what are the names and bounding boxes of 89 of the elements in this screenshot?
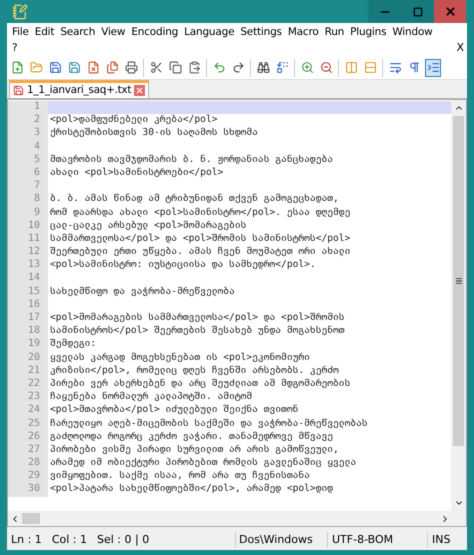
line-number: 21 (8, 364, 48, 378)
eol-format: Dos\Windows (235, 532, 327, 548)
code-line: ახალი <pol>სამინისტროები</pol> (50, 166, 224, 178)
line-number: 22 (8, 378, 48, 392)
line-number: 3 (8, 127, 48, 141)
close-button[interactable] (434, 0, 466, 23)
line-number: 12 (8, 246, 48, 260)
app-icon (12, 4, 28, 20)
code-line: სამინისტროს</pol> შეერთების შესახებ უნდა მოგახსენოთ (50, 325, 345, 336)
line-number: 18 (8, 325, 48, 338)
code-line: რომ დაარსდა ახალი <pol>სამინისტრო</pol>. ესაა დღემდე (50, 206, 350, 218)
indent-guide-icon[interactable] (425, 58, 441, 76)
menu-item[interactable]: Search (57, 24, 98, 40)
line-number: 14 (8, 272, 48, 286)
line-number: 26 (8, 430, 48, 444)
menu-item[interactable]: ? (9, 40, 20, 56)
menu-item[interactable]: Plugins (347, 24, 390, 40)
code-line: ქრისტეშობისთვის 30-ის საღამოს სხდომა (50, 127, 258, 138)
code-line: შემდეგი: (50, 338, 96, 350)
line-number: 5 (8, 154, 48, 167)
line-number: 23 (8, 391, 48, 404)
line-number: 24 (8, 404, 48, 418)
code-line: ჩარეულიყო აღებ-მიცემობის საქმეში და ვაჭრობა-მრეწველობას (50, 418, 368, 428)
code-line: პირები ვერ ახერხებენ და არც შეუძლიათ ამ მდგომარეობის (50, 378, 350, 389)
tab-close-button[interactable] (134, 85, 146, 96)
line-number: 29 (8, 470, 48, 484)
code-line: <pol>მომარაგების სამმართველოსა</pol> და <pol>შრომის (50, 312, 345, 323)
maximize-icon (412, 6, 422, 16)
maximize-button[interactable] (401, 0, 434, 23)
line-number: 16 (8, 298, 48, 312)
menu-item[interactable]: Run (322, 24, 348, 40)
code-line: გაძღოლოდა როგორც კერძო ვაჭარი. თანამედროვე მწვავე (50, 430, 334, 442)
line-number: 8 (8, 193, 48, 206)
line-number: 10 (8, 220, 48, 233)
menu-item[interactable]: Settings (237, 24, 285, 40)
code-line: ვიმყოფებით. საქმე ისაა, რომ არა თუ ჩვენისთანა (50, 470, 310, 482)
code-line: <pol>დამფუძნებელი კრება</pol> (50, 114, 218, 126)
code-line: სახელმწიფო და ვაჭრობა-მრეწველობა (50, 286, 235, 297)
line-number: 1 (8, 101, 48, 114)
line-number: 19 (8, 338, 48, 352)
line-number: 4 (8, 140, 48, 154)
code-line: სამმართველოსა</pol> და <pol>შრომის სამინისტროს</pol> (50, 232, 350, 244)
line-number: 7 (8, 180, 48, 194)
code-line: <pol>პატარა სახელმწიფოებში</pol>, არამედ <pol>დიდ (50, 483, 334, 494)
copy-icon[interactable] (167, 58, 183, 76)
code-line: პირობები ვისმე პირადი სურვილით არ არის გამოწვეული, (50, 444, 339, 455)
menu-close-button[interactable]: X (456, 40, 464, 56)
line-number: 15 (8, 286, 48, 299)
line-number: 30 (8, 483, 48, 497)
close-icon (444, 5, 456, 18)
menu-item[interactable]: Encoding (128, 24, 182, 40)
menu-item[interactable]: File (9, 24, 32, 40)
menu-item[interactable]: Window (389, 24, 436, 40)
line-number: 25 (8, 418, 48, 431)
line-number: 17 (8, 312, 48, 326)
horizontal-scrollbar[interactable] (8, 511, 466, 526)
menu-item[interactable]: Macro (284, 24, 322, 40)
code-line: შეერთებული ერთი უწყება. ამას ჩვენ მოუმატეთ ორი ახალი (50, 246, 350, 258)
code-line: ბ. ბ. ამას წინად ამ ტრიბუნიდან თქვენ გამოგეცხადათ, (50, 193, 339, 204)
line-number: 11 (8, 232, 48, 246)
line-number: 20 (8, 352, 48, 365)
code-line: ცალ-ცალკე არსებულ <pol>მომარაგების (50, 220, 246, 231)
insert-mode: INS (427, 532, 450, 548)
line-number: 2 (8, 114, 48, 128)
menu-item[interactable]: Edit (32, 24, 58, 40)
line-number: 6 (8, 166, 48, 180)
code-line: მთავრობის თავმჯდომარის ბ. ნ. ჟორდანიას განცხადება (50, 154, 334, 165)
code-line: კრიზისი</pol>, რომელიც დღეს ჩვენში არსებობს. კერძო (50, 364, 339, 376)
line-number: 27 (8, 444, 48, 458)
status-text: Ln : 1 (11, 532, 42, 548)
menu-item[interactable]: Language (181, 24, 238, 40)
line-number: 13 (8, 259, 48, 272)
status-text: Col : 1 (52, 532, 87, 548)
status-text: Sel : 0 | 0 (96, 532, 150, 548)
encoding-text: UTF-8-BOM (327, 532, 427, 548)
vertical-scrollbar[interactable] (451, 100, 466, 511)
file-tab[interactable]: 1_1_ianvari_saq+.txt (9, 80, 150, 98)
printer-icon[interactable] (123, 58, 139, 76)
scroll-thumb[interactable] (453, 116, 464, 446)
code-line: ყველას კარგად მოგეხსენებათ ის <pol>ეკონომიური (50, 352, 310, 363)
line-number: 28 (8, 457, 48, 470)
code-line: ჩაყენება ნორმალურ კალაპოტში. ამიტომ (50, 391, 252, 402)
code-line: არამედ იმ ობიექტური პირობებით რომლის გავლენაშიც ყველა (50, 457, 356, 468)
menu-item[interactable]: View (98, 24, 128, 40)
line-number: 9 (8, 206, 48, 220)
code-line: <pol>სამინისტრო: იუსტიციისა და სამხედრო</pol>. (50, 259, 316, 270)
close-all-icon[interactable] (104, 58, 120, 76)
scroll-thumb[interactable] (22, 513, 40, 524)
code-line: <pol>მთავრობა</pol> იძულებული შეიქნა თვითონ (50, 404, 298, 416)
